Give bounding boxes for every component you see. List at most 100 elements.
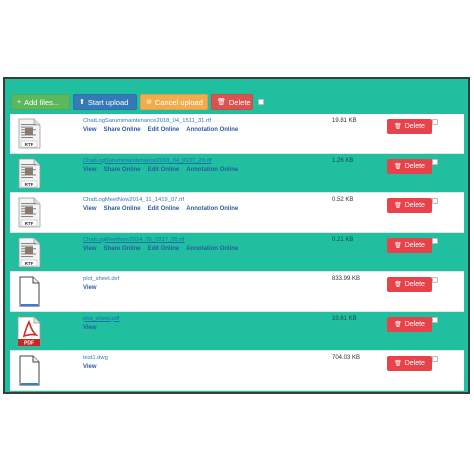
trash-icon: 🗑 xyxy=(217,98,226,106)
file-size: 704.03 KB xyxy=(332,355,361,361)
file-select-checkbox[interactable] xyxy=(432,237,438,244)
file-link-share-online[interactable]: Share Online xyxy=(104,246,141,252)
cancel-upload-button[interactable]: ⊘ Cancel upload xyxy=(140,94,208,110)
file-name[interactable]: ChatLogMeetNow2014_11_1419_07.rtf xyxy=(83,197,238,204)
file-name[interactable]: ChatLogSarumimaintenance2018_04_1511_31.… xyxy=(83,118,238,125)
file-link-annotation-online[interactable]: Annotation Online xyxy=(186,246,238,252)
svg-text:PDF: PDF xyxy=(24,340,34,346)
file-name[interactable]: ChatLogSarumimaintenance2018_04_0137_29.… xyxy=(83,158,238,165)
file-link-edit-online[interactable]: Edit Online xyxy=(148,127,180,133)
file-link-view[interactable]: View xyxy=(83,246,97,252)
delete-file-button[interactable]: 🗑 Delete xyxy=(387,356,432,371)
delete-file-button[interactable]: 🗑 Delete xyxy=(387,237,432,253)
svg-text:RTF: RTF xyxy=(25,142,34,147)
file-select-checkbox[interactable] xyxy=(432,119,438,125)
file-row: RTF ChatLogSarumimaintenance2018_04_0137_… xyxy=(10,153,464,193)
file-info: ChatLogSarumimaintenance2018_04_1511_31.… xyxy=(83,118,238,133)
file-upload-widget: + Add files... ⬆ Start upload ⊘ Cancel u… xyxy=(3,77,470,394)
delete-all-label: Delete xyxy=(228,97,251,107)
file-actions: View xyxy=(83,325,119,331)
file-link-view[interactable]: View xyxy=(83,285,97,291)
file-info: ChatLogMeetNow2014_11_1419_07.rtf View Sha… xyxy=(83,197,238,212)
file-row: RTF ChatLogMeetNow2014_11_1419_07.rtf View… xyxy=(10,193,464,233)
file-row: PDF plot_sheet.pdf View 33.61 KB 🗑 Delete xyxy=(10,311,464,351)
file-link-share-online[interactable]: Share Online xyxy=(104,167,141,173)
file-link-edit-online[interactable]: Edit Online xyxy=(148,206,180,212)
delete-file-label: Delete xyxy=(404,162,425,170)
file-link-view[interactable]: View xyxy=(83,325,97,331)
rtf-file-icon[interactable]: RTF xyxy=(16,118,42,149)
generic-file-icon[interactable] xyxy=(16,276,42,307)
file-actions: View Share Online Edit Online Annotation On… xyxy=(83,167,238,173)
file-select-checkbox[interactable] xyxy=(432,277,438,283)
delete-file-button[interactable]: 🗑 Delete xyxy=(387,277,432,292)
file-row: plot_sheet.dxf View 833.99 KB 🗑 Delete xyxy=(10,272,464,312)
delete-file-button[interactable]: 🗑 Delete xyxy=(387,119,432,134)
file-size: 0.21 KB xyxy=(332,236,354,243)
select-all-checkbox[interactable] xyxy=(258,99,264,105)
file-select-checkbox[interactable] xyxy=(432,198,438,204)
rtf-file-icon[interactable]: RTF xyxy=(16,158,42,189)
file-select-checkbox[interactable] xyxy=(432,316,438,323)
rtf-file-icon[interactable]: RTF xyxy=(16,197,42,228)
plus-icon: + xyxy=(17,98,22,106)
file-link-view[interactable]: View xyxy=(83,206,97,212)
trash-icon: 🗑 xyxy=(394,242,402,249)
rtf-file-icon[interactable]: RTF xyxy=(16,237,42,268)
file-link-annotation-online[interactable]: Annotation Online xyxy=(186,167,238,173)
file-link-edit-online[interactable]: Edit Online xyxy=(148,167,180,173)
file-size: 833.99 KB xyxy=(332,276,361,282)
trash-icon: 🗑 xyxy=(394,282,402,288)
trash-icon: 🗑 xyxy=(394,124,402,130)
start-upload-button[interactable]: ⬆ Start upload xyxy=(73,94,137,110)
file-link-share-online[interactable]: Share Online xyxy=(104,206,141,212)
delete-file-button[interactable]: 🗑 Delete xyxy=(387,158,432,174)
upload-panel: + Add files... ⬆ Start upload ⊘ Cancel u… xyxy=(5,79,468,392)
file-actions: View xyxy=(83,364,108,370)
file-select-checkbox[interactable] xyxy=(432,158,438,165)
file-link-view[interactable]: View xyxy=(83,167,97,173)
file-link-view[interactable]: View xyxy=(83,127,97,133)
delete-file-label: Delete xyxy=(404,123,425,130)
file-link-edit-online[interactable]: Edit Online xyxy=(148,246,180,252)
file-select-checkbox[interactable] xyxy=(432,356,438,362)
add-files-label: Add files... xyxy=(24,97,60,107)
svg-text:RTF: RTF xyxy=(25,221,34,226)
pdf-file-icon[interactable]: PDF xyxy=(16,316,42,347)
file-link-view[interactable]: View xyxy=(83,364,97,370)
file-link-annotation-online[interactable]: Annotation Online xyxy=(186,127,238,133)
file-actions: View Share Online Edit Online Annotation On… xyxy=(83,127,238,133)
file-info: test1.dwg View xyxy=(83,355,108,370)
delete-all-button[interactable]: 🗑 Delete xyxy=(211,94,253,110)
file-info: plot_sheet.dxf View xyxy=(83,276,119,291)
file-actions: View Share Online Edit Online Annotation On… xyxy=(83,206,238,212)
file-name[interactable]: plot_sheet.dxf xyxy=(83,276,119,283)
generic-file-icon[interactable] xyxy=(16,355,42,386)
file-link-share-online[interactable]: Share Online xyxy=(104,127,141,133)
add-files-button[interactable]: + Add files... xyxy=(11,94,70,110)
delete-file-button[interactable]: 🗑 Delete xyxy=(387,198,432,213)
trash-icon: 🗑 xyxy=(394,163,402,170)
file-size: 1.26 KB xyxy=(332,157,354,164)
upload-icon: ⬆ xyxy=(79,98,85,106)
cancel-upload-label: Cancel upload xyxy=(154,97,203,107)
delete-file-label: Delete xyxy=(404,241,425,249)
delete-file-label: Delete xyxy=(404,320,425,328)
file-name[interactable]: plot_sheet.pdf xyxy=(83,316,119,323)
file-info: ChatLogSarumimaintenance2018_04_0137_29.… xyxy=(83,158,238,173)
file-size: 33.61 KB xyxy=(332,315,357,322)
cancel-icon: ⊘ xyxy=(146,98,152,106)
file-row: RTF ChatLogSarumimaintenance2018_04_1511_… xyxy=(10,114,464,154)
svg-text:RTF: RTF xyxy=(25,181,34,186)
file-info: plot_sheet.pdf View xyxy=(83,316,119,331)
delete-file-button[interactable]: 🗑 Delete xyxy=(387,316,432,332)
file-link-annotation-online[interactable]: Annotation Online xyxy=(186,206,238,212)
start-upload-label: Start upload xyxy=(87,97,129,107)
file-name[interactable]: ChatLogMeetNow2014_05_0317_05.rtf xyxy=(83,237,238,244)
file-actions: View xyxy=(83,285,119,291)
trash-icon: 🗑 xyxy=(394,321,402,328)
trash-icon: 🗑 xyxy=(394,203,402,209)
file-size: 0.52 KB xyxy=(332,197,354,203)
delete-file-label: Delete xyxy=(404,202,425,209)
file-name[interactable]: test1.dwg xyxy=(83,355,108,362)
